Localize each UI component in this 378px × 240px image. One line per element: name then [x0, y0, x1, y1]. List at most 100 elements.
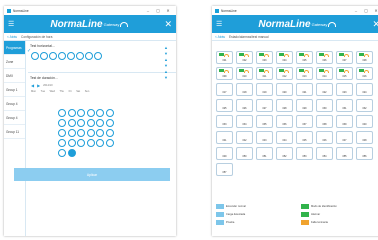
close-icon[interactable]: ✕	[372, 19, 378, 30]
day-circle[interactable]	[67, 129, 76, 137]
luminaire-tile[interactable]: 002	[236, 51, 253, 64]
back-button[interactable]: < Atrás	[7, 35, 17, 39]
close-window-icon[interactable]: ✕	[371, 8, 378, 13]
luminaire-tile[interactable]: 021	[296, 83, 313, 96]
day-circle[interactable]	[67, 109, 76, 117]
day-circle[interactable]	[86, 139, 95, 147]
day-circle[interactable]	[96, 129, 105, 137]
day-circle[interactable]	[67, 149, 76, 157]
luminaire-tile[interactable]: 027	[256, 99, 273, 112]
maximize-icon[interactable]: ▢	[153, 8, 163, 13]
luminaire-tile[interactable]: 028	[276, 99, 293, 112]
day-circle[interactable]	[96, 139, 105, 147]
luminaire-tile[interactable]: 056	[356, 147, 373, 160]
luminaire-tile[interactable]: 019	[256, 83, 273, 96]
luminaire-tile[interactable]: 051	[256, 147, 273, 160]
day-circle[interactable]	[58, 119, 66, 127]
apply-button[interactable]: Aplicar	[14, 168, 170, 181]
day-circle[interactable]	[96, 109, 105, 117]
luminaire-tile[interactable]: 030	[316, 99, 333, 112]
luminaire-tile[interactable]: 057	[216, 163, 233, 176]
close-window-icon[interactable]: ✕	[163, 8, 173, 13]
hour-circle[interactable]	[40, 52, 48, 60]
luminaire-tile[interactable]: 040	[356, 115, 373, 128]
luminaire-tile[interactable]: 036	[276, 115, 293, 128]
hour-circle[interactable]	[49, 52, 57, 60]
luminaire-tile[interactable]: 013	[296, 67, 313, 80]
hour-circle[interactable]	[76, 52, 84, 60]
day-circle[interactable]	[77, 109, 86, 117]
luminaire-tile[interactable]: 015	[336, 67, 353, 80]
luminaire-tile[interactable]: 003	[256, 51, 273, 64]
close-icon[interactable]: ✕	[164, 19, 172, 30]
minimize-icon[interactable]: –	[351, 8, 361, 13]
day-circle[interactable]	[105, 139, 114, 147]
luminaire-tile[interactable]: 025	[216, 99, 233, 112]
hour-circle[interactable]	[94, 52, 102, 60]
day-circle[interactable]	[86, 109, 95, 117]
day-circle[interactable]	[67, 119, 76, 127]
luminaire-tile[interactable]: 004	[276, 51, 293, 64]
sidebar-item[interactable]: Group 4	[4, 97, 25, 111]
luminaire-tile[interactable]: 009	[216, 67, 233, 80]
next-icon[interactable]: ▶	[37, 83, 40, 88]
luminaire-tile[interactable]: 023	[336, 83, 353, 96]
day-circle[interactable]	[105, 129, 114, 137]
luminaire-tile[interactable]: 046	[316, 131, 333, 144]
hour-circle[interactable]	[67, 52, 75, 60]
prev-icon[interactable]: ◀	[31, 83, 34, 88]
luminaire-tile[interactable]: 055	[336, 147, 353, 160]
luminaire-tile[interactable]: 049	[216, 147, 233, 160]
luminaire-tile[interactable]: 022	[316, 83, 333, 96]
sidebar-item[interactable]: DMX	[4, 69, 25, 83]
day-circle[interactable]	[86, 129, 95, 137]
luminaire-tile[interactable]: 032	[356, 99, 373, 112]
menu-icon[interactable]: ☰	[216, 20, 222, 28]
maximize-icon[interactable]: ▢	[361, 8, 371, 13]
back-button[interactable]: < Atrás	[215, 35, 225, 39]
sidebar-item[interactable]: Group 11	[4, 125, 25, 139]
day-circle[interactable]	[58, 129, 66, 137]
luminaire-tile[interactable]: 033	[216, 115, 233, 128]
day-circle[interactable]	[58, 109, 66, 117]
luminaire-tile[interactable]: 029	[296, 99, 313, 112]
hour-circle[interactable]	[58, 52, 66, 60]
day-circle[interactable]	[105, 109, 114, 117]
day-circle[interactable]	[86, 119, 95, 127]
luminaire-tile[interactable]: 017	[216, 83, 233, 96]
luminaire-tile[interactable]: 034	[236, 115, 253, 128]
luminaire-tile[interactable]: 047	[336, 131, 353, 144]
day-circle[interactable]	[58, 149, 66, 157]
luminaire-tile[interactable]: 011	[256, 67, 273, 80]
luminaire-tile[interactable]: 050	[236, 147, 253, 160]
luminaire-tile[interactable]: 008	[356, 51, 373, 64]
day-circle[interactable]	[96, 119, 105, 127]
luminaire-tile[interactable]: 016	[356, 67, 373, 80]
luminaire-tile[interactable]: 012	[276, 67, 293, 80]
luminaire-tile[interactable]: 014	[316, 67, 333, 80]
hour-circle[interactable]	[31, 52, 39, 60]
menu-icon[interactable]: ☰	[8, 20, 14, 28]
day-circle[interactable]	[77, 129, 86, 137]
luminaire-tile[interactable]: 045	[296, 131, 313, 144]
luminaire-tile[interactable]: 018	[236, 83, 253, 96]
luminaire-tile[interactable]: 024	[356, 83, 373, 96]
day-circle[interactable]	[67, 139, 76, 147]
minimize-icon[interactable]: –	[143, 8, 153, 13]
day-circle[interactable]	[58, 139, 66, 147]
luminaire-tile[interactable]: 053	[296, 147, 313, 160]
luminaire-tile[interactable]: 039	[336, 115, 353, 128]
luminaire-tile[interactable]: 005	[296, 51, 313, 64]
luminaire-tile[interactable]: 035	[256, 115, 273, 128]
day-circle[interactable]	[77, 139, 86, 147]
luminaire-tile[interactable]: 010	[236, 67, 253, 80]
luminaire-tile[interactable]: 043	[256, 131, 273, 144]
sidebar-item[interactable]: Group 1	[4, 83, 25, 97]
luminaire-tile[interactable]: 001	[216, 51, 233, 64]
luminaire-tile[interactable]: 007	[336, 51, 353, 64]
luminaire-tile[interactable]: 052	[276, 147, 293, 160]
day-circle[interactable]	[77, 119, 86, 127]
day-circle[interactable]	[105, 119, 114, 127]
scroll-arrows[interactable]: ▲ ▼ ▲ ▼ ▲ ▼	[162, 45, 170, 81]
luminaire-tile[interactable]: 020	[276, 83, 293, 96]
